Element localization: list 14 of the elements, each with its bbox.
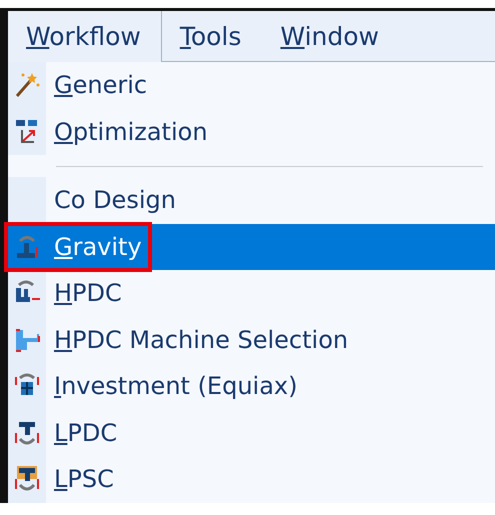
magic-wand-icon — [14, 71, 40, 100]
optimization-icon — [14, 118, 40, 146]
menu-item[interactable]: LPDC — [46, 410, 126, 456]
menu-item[interactable]: Generic — [46, 62, 156, 108]
menu-item[interactable]: Optimization — [46, 108, 216, 155]
menu-bar-item[interactable]: Workflow — [8, 11, 162, 62]
menu-item[interactable]: LPSC — [46, 456, 122, 502]
menu-item[interactable]: HPDC — [46, 270, 130, 316]
menu-bar-item[interactable]: Window — [262, 11, 400, 61]
menu-bar-item[interactable]: Tools — [162, 11, 262, 61]
menu-item[interactable]: Co Design — [46, 177, 184, 224]
sand-casting-icon — [13, 465, 41, 494]
menu-item[interactable]: Investment (Equiax) — [46, 363, 306, 410]
menu-item[interactable]: HPDC Machine Selection — [46, 316, 356, 363]
